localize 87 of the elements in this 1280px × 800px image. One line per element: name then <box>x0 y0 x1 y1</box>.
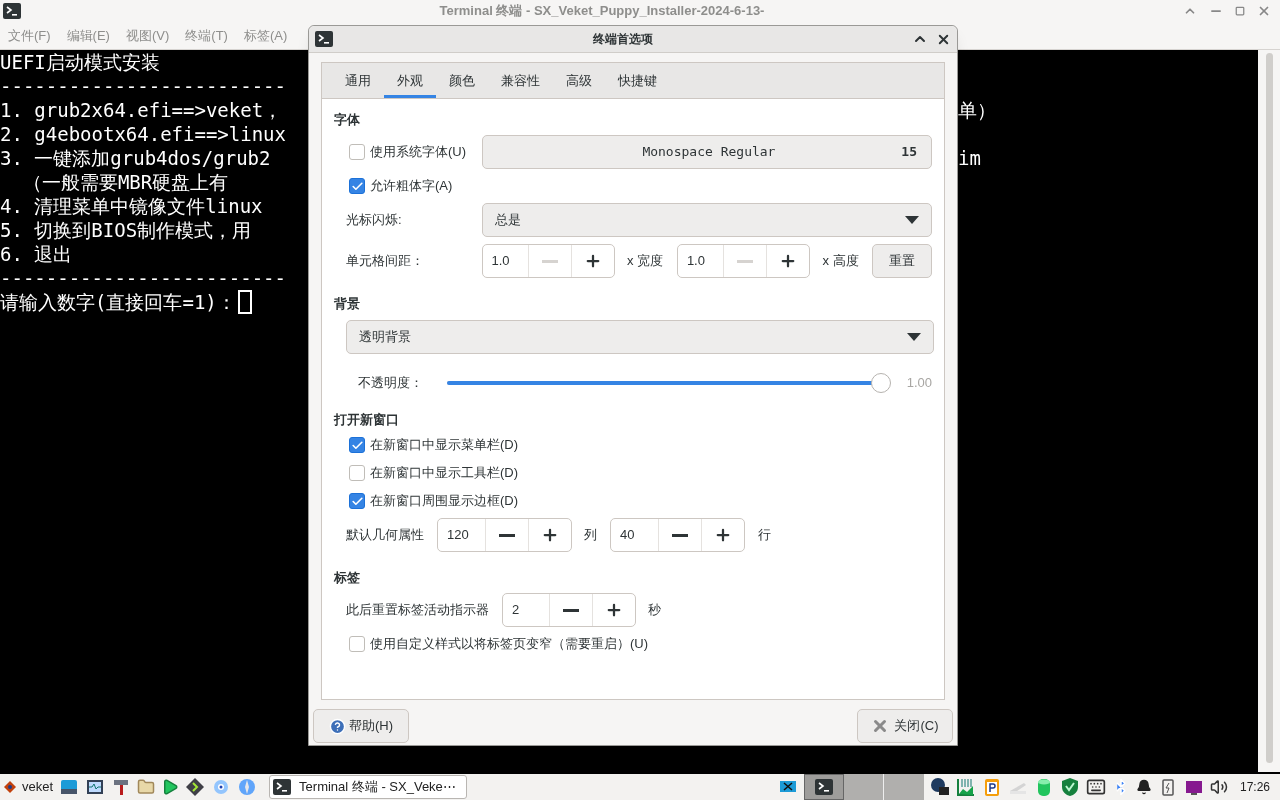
section-heading: 标签 <box>334 569 361 587</box>
help-icon <box>328 717 346 735</box>
field-label: 默认几何属性 <box>345 526 425 545</box>
slider-value: 1.00 <box>905 374 932 393</box>
terminal-line: 1. grub2x64.efi==>veket， <box>0 97 283 123</box>
opacity-slider[interactable] <box>446 373 891 393</box>
globe-monitor-icon[interactable] <box>929 777 950 797</box>
play-icon[interactable] <box>161 778 180 796</box>
terminal-line: ------------------------- <box>0 265 286 291</box>
close-button[interactable]: 关闭(C) <box>857 709 953 743</box>
section-heading: 字体 <box>334 111 361 129</box>
clock[interactable]: 17:26 <box>1233 778 1276 796</box>
checkbox-label[interactable]: 在新窗口中显示菜单栏(D) <box>370 435 519 455</box>
terminal-line: UEFI启动模式安装 <box>0 49 160 75</box>
reset-button[interactable]: 重置 <box>872 244 933 278</box>
checkbox-label[interactable]: 允许粗体字(A) <box>370 176 453 196</box>
tab[interactable]: 快捷键 <box>605 63 670 98</box>
field-label: 光标闪烁: <box>345 211 403 230</box>
scrollbar[interactable] <box>1265 53 1273 763</box>
terminal-line: 请输入数字(直接回车=1)： <box>0 289 236 315</box>
terminal-icon <box>315 31 333 47</box>
taskbar-window-button[interactable]: Terminal 终端 - SX_Veke⋯ <box>269 775 468 799</box>
dropdown-value: 透明背景 <box>359 328 412 347</box>
unit-label: 行 <box>757 526 771 545</box>
terminal-line: 5. 切换到BIOS制作模式，用 <box>0 217 252 243</box>
start-button[interactable]: veket <box>22 777 54 797</box>
unit-label: x 宽度 <box>626 252 665 271</box>
terminal-line: 3. 一键添加grub4dos/grub2 <box>0 145 271 171</box>
dropdown-caret-icon <box>905 216 919 224</box>
dropdown-caret-icon <box>907 333 921 341</box>
maximize-icon[interactable] <box>1235 6 1245 16</box>
shield-icon[interactable] <box>1059 777 1080 797</box>
workspace-pager[interactable] <box>803 774 924 800</box>
terminal-line: im <box>958 145 981 171</box>
font-size: 15 <box>901 143 917 162</box>
unit-label: x 高度 <box>821 252 860 271</box>
monitor-icon[interactable] <box>59 777 80 797</box>
volume-icon[interactable] <box>1209 778 1228 796</box>
tab[interactable]: 通用 <box>332 63 384 98</box>
field-label: 单元格间距： <box>345 252 425 271</box>
tab[interactable]: 高级 <box>553 63 605 98</box>
dropdown[interactable]: 总是 <box>481 203 932 237</box>
dialog-title: 终端首选项 <box>591 31 654 48</box>
start-icon[interactable] <box>4 781 16 793</box>
checkbox[interactable] <box>349 493 365 509</box>
slider-handle[interactable] <box>870 373 891 393</box>
checkbox[interactable] <box>349 144 365 160</box>
check-icon <box>350 438 364 452</box>
help-button[interactable]: 帮助(H) <box>313 709 409 743</box>
folder-icon[interactable] <box>137 778 156 796</box>
terminal-icon <box>273 779 292 795</box>
bell-icon[interactable] <box>1135 779 1152 795</box>
arrow-diamond-icon[interactable] <box>185 777 206 797</box>
section-heading: 背景 <box>334 295 361 313</box>
tab[interactable]: 兼容性 <box>488 63 553 98</box>
dropdown-value: 总是 <box>494 211 522 230</box>
terminal-line: 单） <box>958 97 996 123</box>
terminal-icon <box>814 779 833 795</box>
slider-label: 不透明度： <box>357 374 424 393</box>
check-icon <box>350 494 364 508</box>
terminal-line: （一般需要MBR硬盘上有 <box>21 169 229 195</box>
font-name: Monospace Regular <box>641 143 777 162</box>
font-button[interactable]: Monospace Regular 15 <box>481 135 932 169</box>
checkbox-label[interactable]: 在新窗口周围显示边框(D) <box>370 491 519 511</box>
section-heading: 打开新窗口 <box>334 411 400 429</box>
terminal-line: 6. 退出 <box>0 241 73 267</box>
unit-label: 列 <box>583 526 598 545</box>
terminal-line: 4. 清理菜单中镜像文件linux <box>0 193 263 219</box>
tab[interactable]: 颜色 <box>436 63 488 98</box>
checkbox[interactable] <box>349 636 365 652</box>
terminal-line: 2. g4ebootx64.efi==>linux <box>0 121 286 147</box>
keyboard-icon[interactable] <box>1085 777 1106 797</box>
checkbox-label[interactable]: 使用系统字体(U) <box>370 142 467 162</box>
graph-icon[interactable] <box>955 777 976 797</box>
checkbox[interactable] <box>349 178 365 194</box>
checkbox-label[interactable]: 在新窗口中显示工具栏(D) <box>370 463 519 483</box>
field-label: 此后重置标签活动指示器 <box>345 601 490 620</box>
checkbox-label[interactable]: 使用自定义样式以将标签页变窄（需要重启）(U) <box>370 634 649 654</box>
window-title: Terminal 终端 - SX_Veket_Puppy_Installer-2024-6-13- <box>438 2 766 21</box>
activity-monitor-icon[interactable] <box>85 777 106 797</box>
checkbox[interactable] <box>349 437 365 453</box>
checkbox[interactable] <box>349 465 365 481</box>
check-icon <box>350 179 364 193</box>
unit-label: 秒 <box>647 601 661 620</box>
dropdown[interactable]: 透明背景 <box>346 320 934 354</box>
terminal-line: ------------------------- <box>0 73 286 99</box>
terminal-icon <box>3 3 21 19</box>
